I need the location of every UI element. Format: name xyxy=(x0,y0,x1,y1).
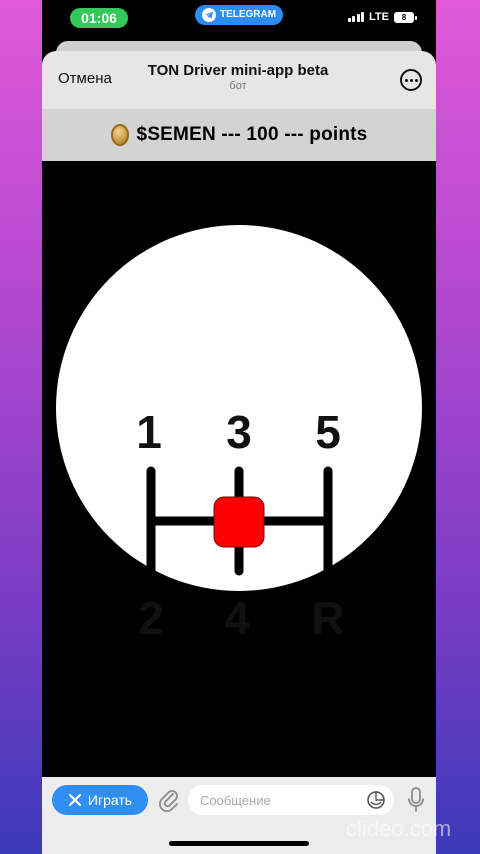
gear-2-label: 2 xyxy=(138,592,164,644)
gear-3-label: 3 xyxy=(226,406,252,458)
more-options-button[interactable] xyxy=(400,69,422,91)
watermark: clideo.com xyxy=(346,816,452,841)
network-label: LTE xyxy=(369,11,389,23)
gear-r-label: R xyxy=(311,592,344,644)
gear-1-label: 1 xyxy=(136,406,162,458)
telegram-label: TELEGRAM xyxy=(219,9,277,20)
mini-app-header: Отмена TON Driver mini-app beta бот xyxy=(42,51,436,109)
shift-knob[interactable] xyxy=(213,496,265,548)
title-block: TON Driver mini-app beta бот xyxy=(132,62,344,92)
status-bar: 01:06 TELEGRAM LTE 8 xyxy=(42,0,436,38)
page-title: TON Driver mini-app beta xyxy=(147,62,329,79)
play-button[interactable]: Играть xyxy=(52,785,148,815)
play-button-label: Играть xyxy=(87,792,133,808)
status-time[interactable]: 01:06 xyxy=(70,8,128,28)
microphone-icon[interactable] xyxy=(406,786,426,814)
battery-level: 8 xyxy=(401,12,407,22)
gear-4-label: 4 xyxy=(224,592,250,644)
coin-icon xyxy=(110,124,129,146)
gear-5-label: 5 xyxy=(315,406,341,458)
telegram-icon xyxy=(201,8,216,22)
gear-shifter[interactable]: 1 3 5 2 4 R xyxy=(42,161,436,777)
close-icon xyxy=(68,793,82,807)
points-text: $SEMEN --- 100 --- points xyxy=(136,124,368,145)
mini-app-sheet: Отмена TON Driver mini-app beta бот $SEM… xyxy=(42,51,436,854)
sticker-icon[interactable] xyxy=(366,790,386,810)
telegram-pill[interactable]: TELEGRAM xyxy=(195,5,283,25)
home-indicator[interactable] xyxy=(169,841,309,846)
message-input[interactable] xyxy=(188,785,394,815)
battery-icon: 8 xyxy=(394,11,417,23)
cancel-button[interactable]: Отмена xyxy=(58,70,112,87)
phone-screen: 01:06 TELEGRAM LTE 8 Отмена TON Driver m… xyxy=(42,0,436,854)
page-subtitle: бот xyxy=(229,80,247,92)
points-bar: $SEMEN --- 100 --- points xyxy=(42,109,436,161)
signal-icon xyxy=(347,12,365,22)
attach-icon[interactable] xyxy=(156,787,182,813)
game-area[interactable]: 1 3 5 2 4 R xyxy=(42,161,436,777)
status-indicators: LTE 8 xyxy=(347,11,417,23)
